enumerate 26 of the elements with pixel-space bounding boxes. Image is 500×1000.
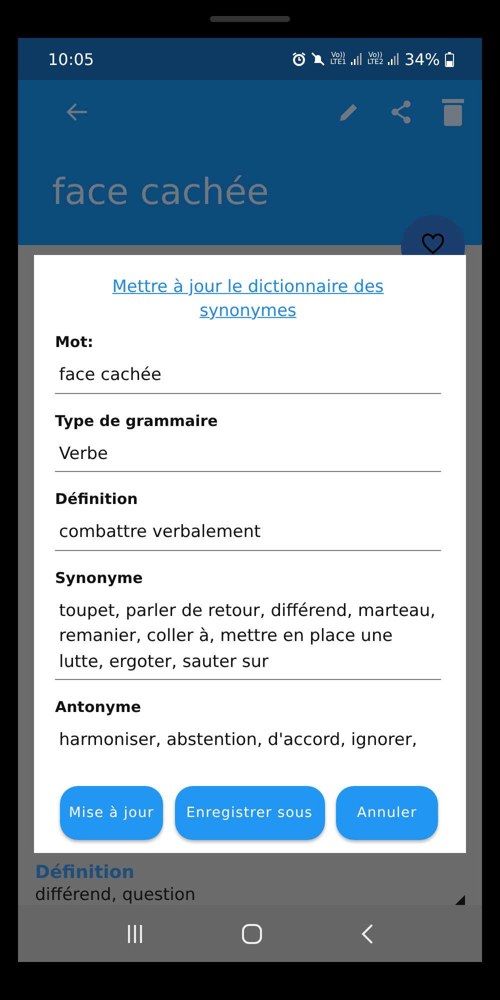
text-field[interactable]: Verbe	[55, 442, 441, 472]
definition-text: différend, question	[35, 885, 196, 905]
signal-icon	[351, 53, 362, 65]
text-field[interactable]: face cachée	[55, 363, 441, 394]
back-icon[interactable]	[360, 924, 373, 944]
field-label: Antonyme	[55, 698, 142, 716]
battery-percent: 34%	[404, 50, 440, 68]
recent-apps-icon[interactable]	[127, 924, 144, 942]
field-label: Mot:	[55, 333, 94, 351]
field-label: Définition	[55, 490, 139, 508]
resize-corner-icon	[455, 895, 465, 905]
heart-icon	[421, 233, 445, 255]
field-label: Type de grammaire	[55, 412, 219, 430]
home-icon[interactable]	[242, 924, 262, 944]
section-label: Définition	[35, 862, 136, 883]
dialog-title: Mettre à jour le dictionnaire des synonymes	[111, 276, 385, 323]
text-field[interactable]: toupet, parler de retour, différend, marteau, remanier, coller à, mettre en place une lutte, ergoter, sauter sur	[55, 598, 441, 680]
status-time: 10:05	[48, 50, 96, 68]
signal-icon	[388, 53, 400, 65]
text-field[interactable]: combattre verbalement	[55, 520, 441, 550]
battery-icon	[445, 52, 454, 66]
alarm-icon	[292, 52, 306, 66]
mute-icon	[311, 52, 326, 66]
text-field[interactable]: harmoniser, abstention, d'accord, ignorer,	[55, 728, 441, 758]
word-title: face cachée	[52, 172, 269, 213]
field-label: Synonyme	[55, 568, 144, 586]
